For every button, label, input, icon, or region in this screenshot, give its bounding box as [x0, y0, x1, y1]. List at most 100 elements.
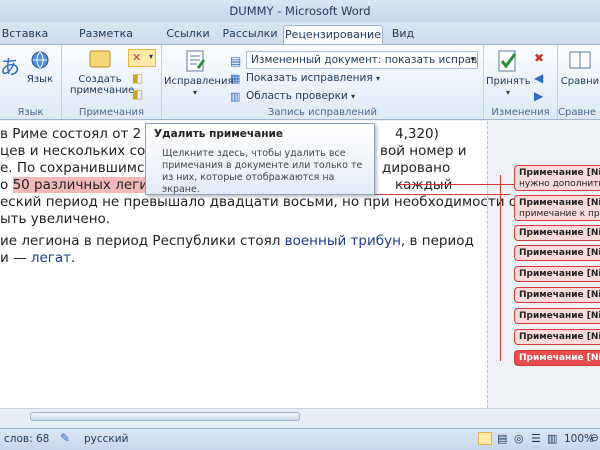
doc-line-5: еский период не превышало двадцати восьм…	[0, 194, 535, 210]
compare-button[interactable]: Сравни	[560, 49, 600, 87]
comment-label: Примечание [Ni1	[519, 168, 600, 178]
comment-connector	[500, 175, 501, 361]
comment-connector	[400, 184, 514, 185]
tracking-group: Исправления ▾ ▤ Измененный документ: пок…	[162, 45, 484, 119]
create-comment-button[interactable]: Создать примечание	[70, 49, 135, 96]
comment-balloon[interactable]: Примечание [Ni2 примечание к прим	[514, 195, 600, 221]
compare-group-label: Сравне	[558, 107, 597, 118]
window-title: DUMMY - Microsoft Word	[229, 4, 371, 18]
comment-label: Примечание [Ni6	[519, 290, 600, 300]
display-for-review-dropdown[interactable]: Измененный документ: показать исправлени…	[246, 51, 478, 69]
comment-text: нужно дополнить, н	[519, 179, 600, 189]
horizontal-scrollbar[interactable]	[0, 408, 600, 423]
status-bar: слов: 68 ✎ русский ▤ ◎ ☰ ▥ 100% ⊖	[0, 428, 600, 450]
accept-label: Принять	[486, 76, 531, 87]
delete-comment-button[interactable]: ✕ ▾	[128, 49, 156, 67]
show-markup-icon: ▦	[230, 72, 241, 85]
comment-balloon[interactable]: Примечание [Ni6	[514, 287, 600, 303]
comment-label: Примечание [Ni5	[519, 269, 600, 279]
word-count[interactable]: слов: 68	[4, 433, 49, 445]
doc-line-1: в Риме состоял от 2 до 4,320)	[0, 126, 439, 143]
comment-balloon[interactable]: Примечание [Ni1 нужно дополнить, н	[514, 165, 600, 191]
accept-icon	[498, 50, 517, 72]
link-military-tribune[interactable]: военный трибун	[285, 233, 401, 249]
changes-group: Принять ▾ ✖ ◀ ▶ Изменения	[484, 45, 558, 119]
scrollbar-thumb[interactable]	[30, 412, 300, 421]
doc-text: , в период	[400, 233, 474, 249]
language-button-label: Язык	[26, 74, 54, 85]
comment-balloon[interactable]: Примечание [Ni3	[514, 225, 600, 241]
link-legate[interactable]: легат	[31, 250, 71, 266]
doc-text: каждый	[395, 177, 453, 193]
comments-group: Создать примечание ✕ ▾ ◧ ◧ Примечания	[62, 45, 162, 119]
comment-balloon[interactable]: Примечание [Ni7	[514, 308, 600, 324]
reject-icon[interactable]: ✖	[534, 51, 544, 65]
tab-review[interactable]: Рецензирование	[283, 25, 383, 44]
comment-balloon[interactable]: Примечание [Ni8	[514, 329, 600, 345]
doc-line-7: ие легиона в период Республики стоял вое…	[0, 233, 474, 250]
language-button[interactable]: Язык	[22, 49, 58, 85]
display-for-review-value: Измененный документ: показать исправлени…	[251, 54, 478, 66]
ribbon-tabs: Вставка Разметка страницы Ссылки Рассылк…	[0, 22, 600, 58]
reviewing-pane-button[interactable]: Область проверки ▾	[246, 88, 355, 104]
comment-label: Примечание [Ni4	[519, 248, 600, 258]
translate-icon[interactable]: あ	[0, 51, 20, 80]
comment-label: Примечание [Ni8	[519, 332, 600, 342]
chevron-down-icon: ▾	[470, 55, 475, 65]
chevron-down-icon: ▾	[148, 52, 153, 61]
web-layout-view-icon[interactable]: ◎	[514, 432, 524, 445]
doc-text: е. По сохранившимся п	[0, 160, 166, 176]
delete-comment-tooltip: Удалить примечание Щелкните здесь, чтобы…	[145, 123, 375, 195]
compare-label: Сравни	[560, 76, 600, 87]
draft-view-icon[interactable]: ▥	[547, 432, 557, 445]
comment-label: Примечание [Ni7	[519, 311, 600, 321]
doc-line-3: е. По сохранившимся п дировано	[0, 160, 450, 177]
zoom-out-icon[interactable]: ⊖	[590, 432, 599, 444]
comment-label: Примечание [Ni9	[519, 353, 600, 363]
next-comment-icon[interactable]: ◧	[132, 87, 143, 101]
changes-group-label: Изменения	[491, 107, 550, 118]
doc-text: ие легиона в период Республики стоял	[0, 233, 285, 249]
comment-balloon[interactable]: Примечание [Ni5	[514, 266, 600, 282]
compare-group: Сравни Сравне	[558, 45, 600, 119]
track-changes-label: Исправления	[164, 76, 234, 87]
comment-balloon-selected[interactable]: Примечание [Ni9	[514, 350, 600, 366]
doc-line-8: и — легат.	[0, 250, 75, 267]
doc-text: и —	[0, 250, 31, 266]
chevron-down-icon: ▾	[192, 88, 197, 97]
outline-view-icon[interactable]: ☰	[531, 432, 541, 445]
show-markup-button[interactable]: Показать исправления ▾	[246, 70, 380, 86]
ribbon: あ Язык Язык Создать примечание ✕ ▾ ◧ ◧ П…	[0, 44, 600, 120]
tracking-group-label: Запись исправлений	[267, 107, 378, 118]
doc-text: .	[71, 250, 76, 266]
create-comment-label: Создать примечание	[70, 74, 135, 96]
next-change-icon[interactable]: ▶	[534, 89, 543, 103]
doc-text: в Риме состоял от 2 до	[0, 126, 164, 142]
tooltip-body: Щелкните здесь, чтобы удалить все примеч…	[162, 148, 363, 195]
previous-comment-icon[interactable]: ◧	[132, 71, 143, 85]
tab-page-layout[interactable]: Разметка страницы	[52, 25, 160, 58]
track-changes-button[interactable]: Исправления ▾	[164, 49, 234, 98]
comment-label: Примечание [Ni3	[519, 228, 600, 238]
doc-text: о	[0, 177, 13, 193]
language-group: あ Язык Язык	[0, 45, 62, 119]
print-layout-view-icon[interactable]	[478, 432, 492, 445]
previous-change-icon[interactable]: ◀	[534, 71, 543, 85]
commented-text[interactable]: 50 различных легион	[12, 177, 166, 193]
tab-view[interactable]: Вид	[388, 25, 418, 44]
tab-mailings[interactable]: Рассылки	[220, 25, 280, 44]
new-comment-icon	[89, 50, 111, 68]
tooltip-title: Удалить примечание	[154, 128, 283, 140]
tab-insert[interactable]: Вставка	[0, 25, 50, 44]
accept-button[interactable]: Принять ▾	[486, 49, 531, 98]
spelling-check-icon[interactable]: ✎	[60, 431, 70, 445]
doc-text: дировано	[382, 160, 451, 176]
chevron-down-icon: ▾	[505, 88, 510, 97]
comment-balloon[interactable]: Примечание [Ni4	[514, 245, 600, 261]
title-bar: DUMMY - Microsoft Word	[0, 0, 600, 22]
comments-group-label: Примечания	[78, 107, 145, 118]
tab-references[interactable]: Ссылки	[164, 25, 212, 44]
display-for-review-icon: ▤	[230, 54, 242, 68]
full-screen-view-icon[interactable]: ▤	[497, 432, 507, 445]
language-indicator[interactable]: русский	[84, 433, 128, 445]
